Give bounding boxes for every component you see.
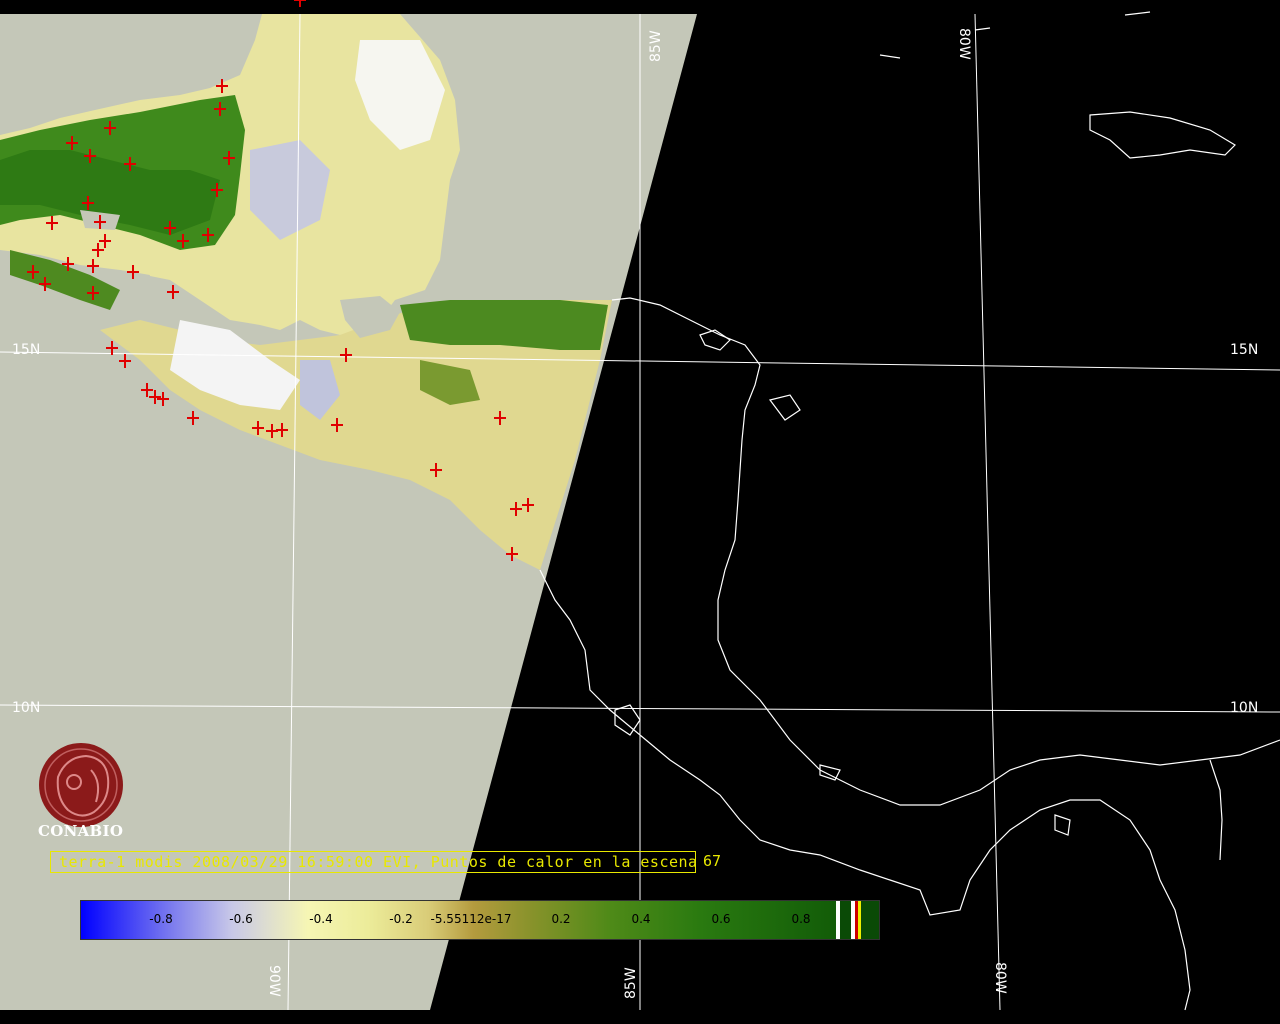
- grid-label-right-15n: 15N: [1230, 342, 1258, 358]
- hotspot-count: 67: [703, 852, 722, 870]
- grid-label-top-80w: 80W: [956, 28, 972, 60]
- colorbar-tick-label: 0.6: [711, 912, 731, 926]
- colorbar-dark-swatch: [840, 901, 851, 939]
- grid-label-bottom-90w: 90W: [266, 965, 282, 997]
- grid-label-right-10n: 10N: [1230, 700, 1258, 716]
- grid-label-top-85w: 85W: [648, 30, 664, 62]
- top-band: [0, 0, 1280, 14]
- colorbar-tick-label: -5.55112e-17: [430, 912, 512, 926]
- colorbar-tick-label: -0.8: [149, 912, 173, 926]
- evi-colorbar: -0.8 -0.6 -0.4 -0.2 -5.55112e-17 0.2 0.4 0.6 0.8: [80, 900, 880, 940]
- conabio-logo-text: CONABIO: [38, 822, 124, 840]
- grid-label-left-15n: 15N: [12, 342, 40, 358]
- grid-label-bottom-85w: 85W: [623, 967, 639, 999]
- grid-label-left-10n: 10N: [12, 700, 40, 716]
- grid-line-80w: [974, 13, 1001, 1011]
- colorbar-tick-label: -0.4: [309, 912, 333, 926]
- scene-caption: terra-1 modis 2008/03/29 16:59:00 EVI, P…: [50, 851, 697, 873]
- colorbar-tick-label: -0.2: [389, 912, 413, 926]
- bottom-band: [0, 1010, 1280, 1024]
- colorbar-end-swatch: [861, 901, 879, 939]
- grid-label-bottom-80w: 80W: [992, 962, 1008, 994]
- colorbar-tick-label: 0.8: [791, 912, 811, 926]
- colorbar-tick-label: 0.4: [631, 912, 651, 926]
- colorbar-tick-label: 0.2: [551, 912, 571, 926]
- colorbar-tick-label: -0.6: [229, 912, 253, 926]
